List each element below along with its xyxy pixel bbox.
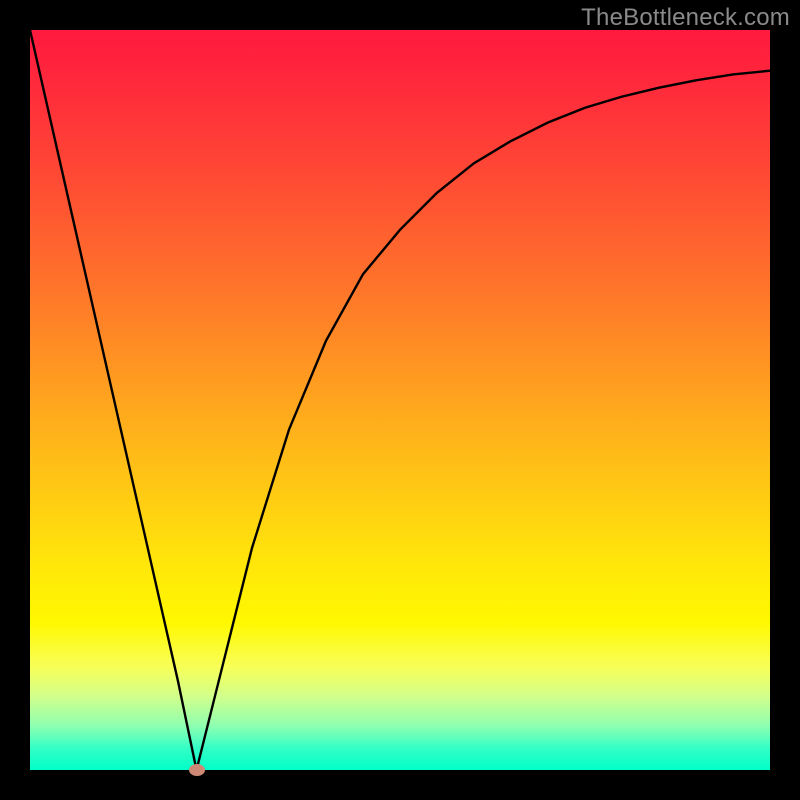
watermark-text: TheBottleneck.com <box>581 4 790 32</box>
bottleneck-curve <box>30 30 770 770</box>
curve-line <box>30 30 770 770</box>
optimal-point-marker <box>189 764 205 776</box>
chart-frame: TheBottleneck.com <box>0 0 800 800</box>
plot-area <box>30 30 770 770</box>
